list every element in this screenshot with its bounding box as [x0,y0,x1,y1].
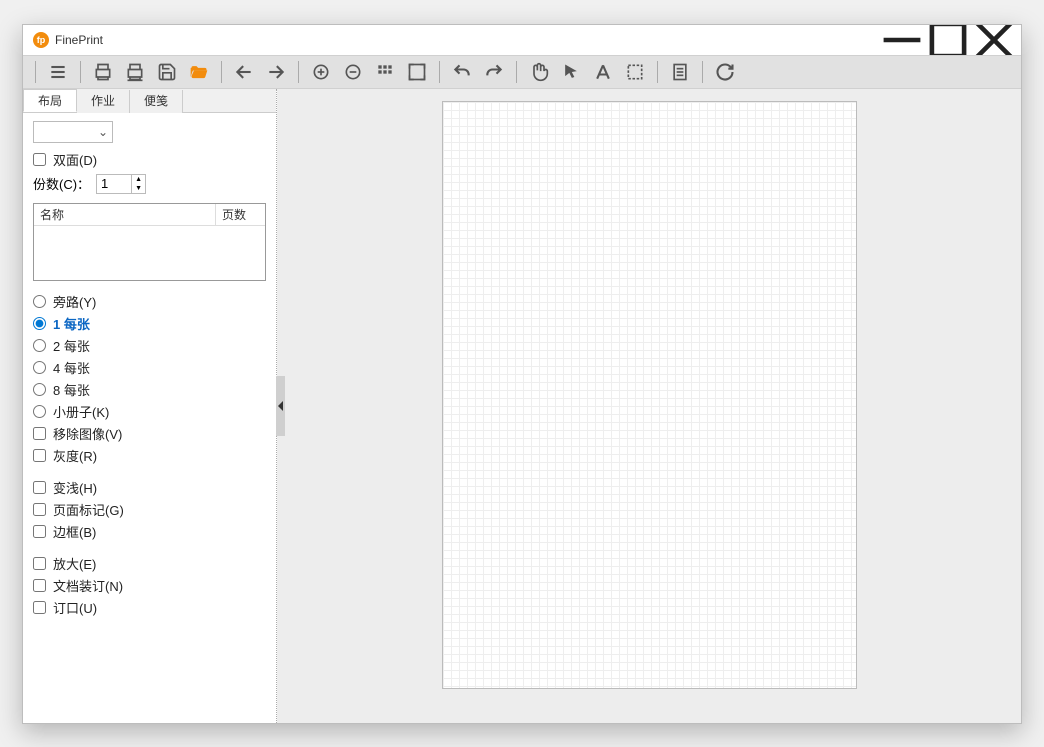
toolbar-separator [221,61,222,83]
grid-view-icon[interactable] [371,58,399,86]
select-area-icon[interactable] [621,58,649,86]
app-window: fp FinePrint [22,24,1022,724]
copies-value: 1 [97,175,131,193]
lighten-checkbox[interactable] [33,481,46,494]
toolbar-separator [298,61,299,83]
document-icon[interactable] [666,58,694,86]
document-list-header: 名称 页数 [34,204,265,226]
toolbar-separator [657,61,658,83]
page-marks-checkbox[interactable] [33,503,46,516]
border-checkbox[interactable] [33,525,46,538]
print-icon[interactable] [89,58,117,86]
radio-8up[interactable] [33,383,46,396]
sidebar-tabs: 布局 作业 便笺 [23,89,276,113]
preview-page [442,101,857,689]
duplex-label: 双面(D) [53,150,97,169]
app-icon: fp [33,32,49,48]
preview-area[interactable] [277,89,1021,723]
content-area: 布局 作业 便笺 双面(D) 份数(C)： 1 ▲ ▼ [23,89,1021,723]
copies-up-icon[interactable]: ▲ [132,175,145,184]
toolbar-separator [516,61,517,83]
radio-4up[interactable] [33,361,46,374]
forward-icon[interactable] [262,58,290,86]
open-icon[interactable] [185,58,213,86]
toolbar-separator [35,61,36,83]
redo-icon[interactable] [480,58,508,86]
grayscale-checkbox[interactable] [33,449,46,462]
enlarge-checkbox[interactable] [33,557,46,570]
toolbar [23,55,1021,89]
toolbar-separator [439,61,440,83]
sidebar-collapse-handle[interactable] [276,376,285,436]
hand-icon[interactable] [525,58,553,86]
text-icon[interactable] [589,58,617,86]
refresh-icon[interactable] [711,58,739,86]
save-icon[interactable] [153,58,181,86]
pointer-icon[interactable] [557,58,585,86]
copies-spinner[interactable]: 1 ▲ ▼ [96,174,146,194]
titlebar: fp FinePrint [23,25,1021,55]
radio-bypass[interactable] [33,295,46,308]
toolbar-separator [80,61,81,83]
zoom-out-icon[interactable] [339,58,367,86]
copies-down-icon[interactable]: ▼ [132,184,145,193]
app-title: FinePrint [55,33,103,47]
sidebar: 布局 作业 便笺 双面(D) 份数(C)： 1 ▲ ▼ [23,89,277,723]
toolbar-separator [702,61,703,83]
minimize-button[interactable] [879,25,925,55]
radio-booklet[interactable] [33,405,46,418]
fit-icon[interactable] [403,58,431,86]
binding-checkbox[interactable] [33,579,46,592]
zoom-in-icon[interactable] [307,58,335,86]
back-icon[interactable] [230,58,258,86]
undo-icon[interactable] [448,58,476,86]
col-name[interactable]: 名称 [34,204,215,225]
preset-dropdown[interactable] [33,121,113,143]
close-button[interactable] [971,25,1017,55]
duplex-checkbox-row: 双面(D) [33,149,266,171]
document-list[interactable]: 名称 页数 [33,203,266,281]
tab-layout[interactable]: 布局 [23,89,77,112]
copies-label: 份数(C)： [33,174,90,193]
tab-jobs[interactable]: 作业 [77,90,130,113]
printer-settings-icon[interactable] [121,58,149,86]
layout-panel: 双面(D) 份数(C)： 1 ▲ ▼ 名称 页数 [23,113,276,723]
menu-icon[interactable] [44,58,72,86]
gutter-checkbox[interactable] [33,601,46,614]
radio-2up[interactable] [33,339,46,352]
tab-notes[interactable]: 便笺 [130,90,183,113]
maximize-button[interactable] [925,25,971,55]
radio-1up[interactable] [33,317,46,330]
remove-images-checkbox[interactable] [33,427,46,440]
duplex-checkbox[interactable] [33,153,46,166]
col-pages[interactable]: 页数 [215,204,265,225]
